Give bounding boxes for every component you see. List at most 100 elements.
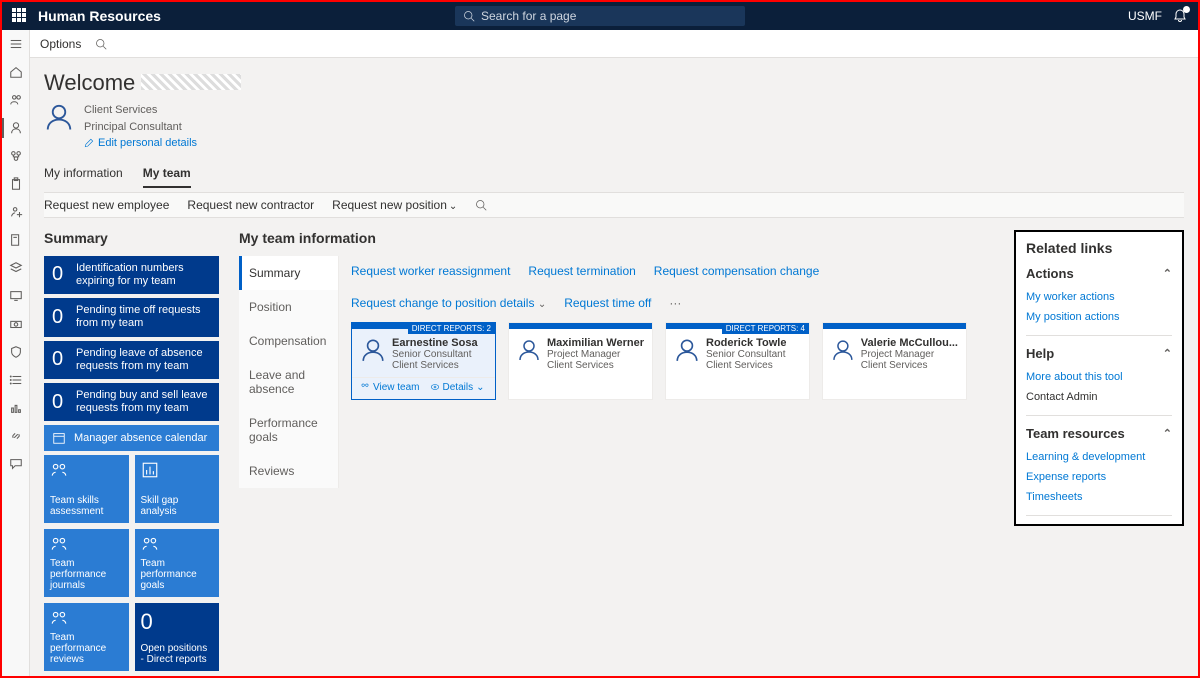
- search-icon: [463, 10, 475, 22]
- search-placeholder: Search for a page: [481, 9, 576, 23]
- person-add-icon[interactable]: [8, 204, 24, 220]
- link-timesheets[interactable]: Timesheets: [1026, 487, 1172, 507]
- org-icon[interactable]: [8, 148, 24, 164]
- tile-pending-buysell[interactable]: 0Pending buy and sell leave requests fro…: [44, 383, 219, 421]
- person-icon: [831, 337, 855, 363]
- chevron-up-icon: ⌃: [1163, 347, 1172, 360]
- tile-pending-timeoff[interactable]: 0Pending time off requests from my team: [44, 298, 219, 336]
- tile-team-performance-goals[interactable]: Team performance goals: [135, 529, 220, 597]
- hamburger-icon[interactable]: [8, 36, 24, 52]
- sidenav-position[interactable]: Position: [239, 290, 338, 324]
- person-icon: [360, 337, 386, 363]
- worker-dept: Client Services: [392, 360, 478, 371]
- summary-panel: Summary 0Identification numbers expiring…: [44, 230, 219, 672]
- clipboard-icon[interactable]: [8, 176, 24, 192]
- link-learning-development[interactable]: Learning & development: [1026, 447, 1172, 467]
- related-resources-header[interactable]: Team resources⌃: [1026, 426, 1172, 441]
- layers-icon[interactable]: [8, 260, 24, 276]
- list-icon[interactable]: [8, 372, 24, 388]
- action-compensation[interactable]: Request compensation change: [654, 264, 819, 278]
- tile-team-performance-reviews[interactable]: Team performance reviews: [44, 603, 129, 671]
- link-my-position-actions[interactable]: My position actions: [1026, 307, 1172, 327]
- people-icon[interactable]: [8, 92, 24, 108]
- top-bar: Human Resources Search for a page USMF: [2, 2, 1198, 30]
- feedback-icon[interactable]: [8, 456, 24, 472]
- sidenav-leave[interactable]: Leave and absence: [239, 358, 338, 406]
- edit-personal-details-link[interactable]: Edit personal details: [84, 135, 197, 152]
- options-menu[interactable]: Options: [40, 37, 81, 51]
- tab-my-information[interactable]: My information: [44, 166, 123, 188]
- app-launcher-icon[interactable]: [12, 8, 28, 24]
- chart-icon[interactable]: [8, 400, 24, 416]
- worker-card[interactable]: DIRECT REPORTS: 2 Earnestine Sosa Senior…: [351, 322, 496, 400]
- eye-icon: [430, 382, 440, 392]
- action-termination[interactable]: Request termination: [528, 264, 635, 278]
- link-expense-reports[interactable]: Expense reports: [1026, 467, 1172, 487]
- book-icon[interactable]: [8, 232, 24, 248]
- worker-role: Project Manager: [547, 349, 644, 360]
- sidenav-compensation[interactable]: Compensation: [239, 324, 338, 358]
- chevron-down-icon: ⌄: [538, 299, 546, 310]
- worker-dept: Client Services: [706, 360, 786, 371]
- action-position-details-dropdown[interactable]: Request change to position details ⌄: [351, 296, 546, 310]
- page-title: Welcome: [44, 70, 135, 96]
- worker-card[interactable]: Valerie McCullou... Project Manager Clie…: [822, 322, 967, 400]
- link-contact-admin[interactable]: Contact Admin: [1026, 387, 1172, 407]
- options-bar: Options: [30, 30, 1198, 58]
- sidenav-goals[interactable]: Performance goals: [239, 406, 338, 454]
- tile-manager-absence-calendar[interactable]: Manager absence calendar: [44, 425, 219, 451]
- details-link[interactable]: Details ⌄: [430, 382, 485, 393]
- monitor-icon[interactable]: [8, 288, 24, 304]
- sidenav-summary[interactable]: Summary: [239, 256, 338, 290]
- shield-icon[interactable]: [8, 344, 24, 360]
- sidenav-reviews[interactable]: Reviews: [239, 454, 338, 488]
- global-search[interactable]: Search for a page: [455, 6, 745, 26]
- direct-reports-badge: DIRECT REPORTS: 2: [408, 323, 495, 334]
- tile-open-positions[interactable]: 0Open positions - Direct reports: [135, 603, 220, 671]
- tile-skill-gap-analysis[interactable]: Skill gap analysis: [135, 455, 220, 523]
- worker-dept: Client Services: [547, 360, 644, 371]
- tile-team-performance-journals[interactable]: Team performance journals: [44, 529, 129, 597]
- legal-entity[interactable]: USMF: [1128, 9, 1162, 23]
- worker-role: Senior Consultant: [392, 349, 478, 360]
- chevron-down-icon: ⌄: [449, 201, 457, 212]
- nav-rail: [2, 30, 30, 676]
- money-icon[interactable]: [8, 316, 24, 332]
- user-department: Client Services: [84, 102, 197, 119]
- request-new-employee[interactable]: Request new employee: [44, 198, 169, 212]
- home-icon[interactable]: [8, 64, 24, 80]
- tile-pending-loa[interactable]: 0Pending leave of absence requests from …: [44, 341, 219, 379]
- view-team-link[interactable]: View team: [360, 382, 420, 393]
- link-icon[interactable]: [8, 428, 24, 444]
- request-new-contractor[interactable]: Request new contractor: [187, 198, 314, 212]
- request-new-position-dropdown[interactable]: Request new position⌄: [332, 198, 457, 212]
- action-timeoff[interactable]: Request time off: [564, 296, 651, 310]
- person-icon: [517, 337, 541, 363]
- worker-card[interactable]: DIRECT REPORTS: 4 Roderick Towle Senior …: [665, 322, 810, 400]
- user-position: Principal Consultant: [84, 119, 197, 136]
- pencil-icon: [84, 138, 94, 148]
- action-reassignment[interactable]: Request worker reassignment: [351, 264, 510, 278]
- team-actions-row: Request worker reassignment Request term…: [351, 264, 982, 310]
- chevron-down-icon: ⌄: [476, 382, 484, 393]
- people-icon: [360, 382, 370, 392]
- person-icon[interactable]: [8, 120, 24, 136]
- avatar: [44, 102, 74, 132]
- redacted-name: [141, 74, 241, 90]
- calendar-icon: [52, 431, 66, 445]
- more-actions[interactable]: ···: [669, 296, 681, 310]
- link-more-about-tool[interactable]: More about this tool: [1026, 367, 1172, 387]
- worker-name: Earnestine Sosa: [392, 337, 478, 349]
- link-my-worker-actions[interactable]: My worker actions: [1026, 287, 1172, 307]
- team-cards: DIRECT REPORTS: 2 Earnestine Sosa Senior…: [351, 322, 982, 400]
- tile-team-skills-assessment[interactable]: Team skills assessment: [44, 455, 129, 523]
- search-icon[interactable]: [95, 38, 107, 50]
- my-team-title: My team information: [239, 230, 994, 246]
- related-help-header[interactable]: Help⌃: [1026, 346, 1172, 361]
- tab-my-team[interactable]: My team: [143, 166, 191, 188]
- tile-id-expiring[interactable]: 0Identification numbers expiring for my …: [44, 256, 219, 294]
- worker-card[interactable]: Maximilian Werner Project Manager Client…: [508, 322, 653, 400]
- related-actions-header[interactable]: Actions⌃: [1026, 266, 1172, 281]
- notifications-button[interactable]: [1172, 8, 1188, 24]
- search-icon[interactable]: [475, 199, 487, 211]
